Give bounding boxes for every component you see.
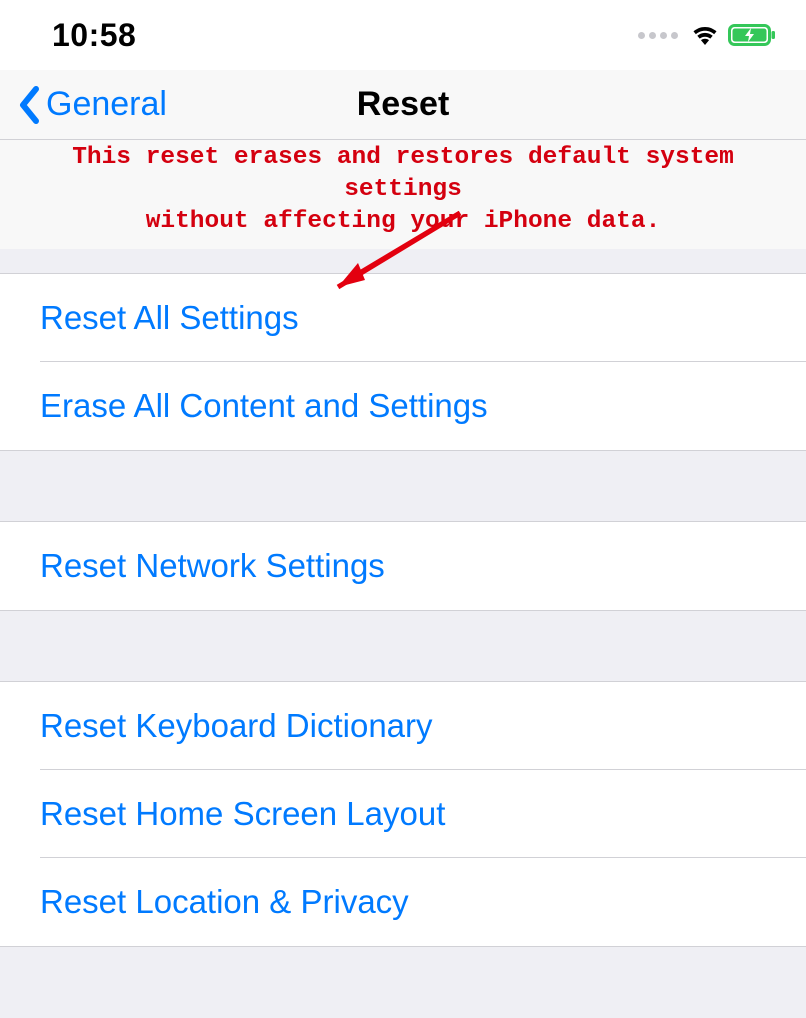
reset-home-screen-layout-cell[interactable]: Reset Home Screen Layout (0, 770, 806, 858)
section-spacer (0, 946, 806, 1018)
status-indicators (638, 24, 776, 46)
back-button[interactable]: General (0, 85, 167, 124)
signal-dots-icon (638, 32, 678, 39)
cell-label: Reset Keyboard Dictionary (40, 707, 433, 745)
cell-label: Reset Location & Privacy (40, 883, 409, 921)
settings-group: Reset Keyboard Dictionary Reset Home Scr… (0, 682, 806, 946)
reset-location-privacy-cell[interactable]: Reset Location & Privacy (0, 858, 806, 946)
wifi-icon (690, 24, 720, 46)
back-label: General (46, 85, 167, 124)
erase-all-content-cell[interactable]: Erase All Content and Settings (0, 362, 806, 450)
status-bar: 10:58 (0, 0, 806, 70)
annotation-line-1: This reset erases and restores default s… (10, 142, 796, 206)
reset-network-settings-cell[interactable]: Reset Network Settings (0, 522, 806, 610)
cell-label: Reset All Settings (40, 299, 299, 337)
reset-keyboard-dictionary-cell[interactable]: Reset Keyboard Dictionary (0, 682, 806, 770)
settings-group: Reset Network Settings (0, 522, 806, 610)
nav-bar: General Reset (0, 70, 806, 140)
annotation-line-2: without affecting your iPhone data. (10, 206, 796, 238)
section-spacer (0, 610, 806, 682)
section-spacer (0, 249, 806, 274)
chevron-left-icon (18, 86, 40, 124)
battery-charging-icon (728, 24, 776, 46)
status-time: 10:58 (52, 17, 136, 54)
settings-group: Reset All Settings Erase All Content and… (0, 274, 806, 450)
reset-all-settings-cell[interactable]: Reset All Settings (0, 274, 806, 362)
cell-label: Erase All Content and Settings (40, 387, 488, 425)
annotation-caption: This reset erases and restores default s… (0, 140, 806, 249)
cell-label: Reset Home Screen Layout (40, 795, 445, 833)
cell-label: Reset Network Settings (40, 547, 385, 585)
section-spacer (0, 450, 806, 522)
